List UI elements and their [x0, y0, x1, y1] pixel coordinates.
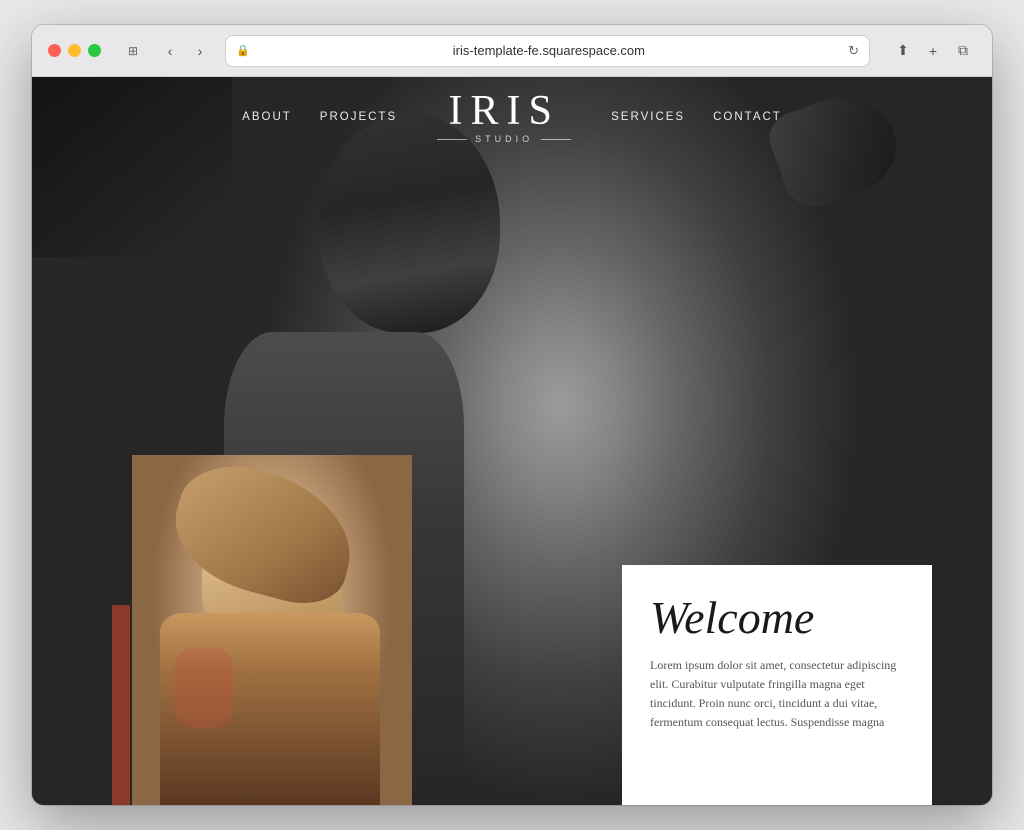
toolbar-actions: ⬆ + ⧉ [890, 38, 976, 64]
welcome-body: Lorem ipsum dolor sit amet, consectetur … [650, 656, 904, 733]
forward-button[interactable]: › [187, 38, 213, 64]
nav-about[interactable]: ABOUT [242, 111, 292, 123]
logo[interactable]: IRIS STUDIO [437, 90, 571, 144]
logo-divider-line-right [541, 139, 571, 140]
logo-subtitle: STUDIO [475, 134, 533, 144]
welcome-title: Welcome [650, 593, 904, 644]
portrait-hair [162, 455, 367, 614]
nav-links-right: SERVICES CONTACT [611, 111, 782, 123]
refresh-button[interactable]: ↻ [848, 43, 859, 59]
lock-icon: 🔒 [236, 44, 250, 57]
website-content: ABOUT PROJECTS IRIS STUDIO SERVICES CONT… [32, 77, 992, 805]
minimize-button[interactable] [68, 44, 81, 57]
browser-window: ⊞ ‹ › 🔒 ↻ ⬆ + ⧉ [32, 25, 992, 805]
nav-buttons: ‹ › [157, 38, 213, 64]
logo-title: IRIS [437, 90, 571, 132]
address-bar-container: 🔒 ↻ [225, 35, 870, 67]
logo-divider-line-left [437, 139, 467, 140]
logo-divider: STUDIO [437, 134, 571, 144]
portrait-card [132, 455, 412, 805]
maximize-button[interactable] [88, 44, 101, 57]
address-input[interactable] [256, 43, 842, 58]
window-controls: ⊞ [121, 41, 145, 61]
nav-links-left: ABOUT PROJECTS [242, 111, 397, 123]
nav-bar: ABOUT PROJECTS IRIS STUDIO SERVICES CONT… [32, 77, 992, 157]
new-tab-button[interactable]: + [920, 38, 946, 64]
nav-contact[interactable]: CONTACT [713, 111, 782, 123]
welcome-card: Welcome Lorem ipsum dolor sit amet, cons… [622, 565, 932, 805]
nav-projects[interactable]: PROJECTS [320, 111, 397, 123]
duplicate-button[interactable]: ⧉ [950, 38, 976, 64]
nav-services[interactable]: SERVICES [611, 111, 685, 123]
red-accent-bar [112, 605, 130, 805]
traffic-lights [48, 44, 101, 57]
portrait-photo [132, 455, 412, 805]
back-button[interactable]: ‹ [157, 38, 183, 64]
share-button[interactable]: ⬆ [890, 38, 916, 64]
portrait-floral [174, 648, 234, 728]
browser-toolbar: ⊞ ‹ › 🔒 ↻ ⬆ + ⧉ [32, 25, 992, 77]
close-button[interactable] [48, 44, 61, 57]
sidebar-toggle-button[interactable]: ⊞ [121, 41, 145, 61]
